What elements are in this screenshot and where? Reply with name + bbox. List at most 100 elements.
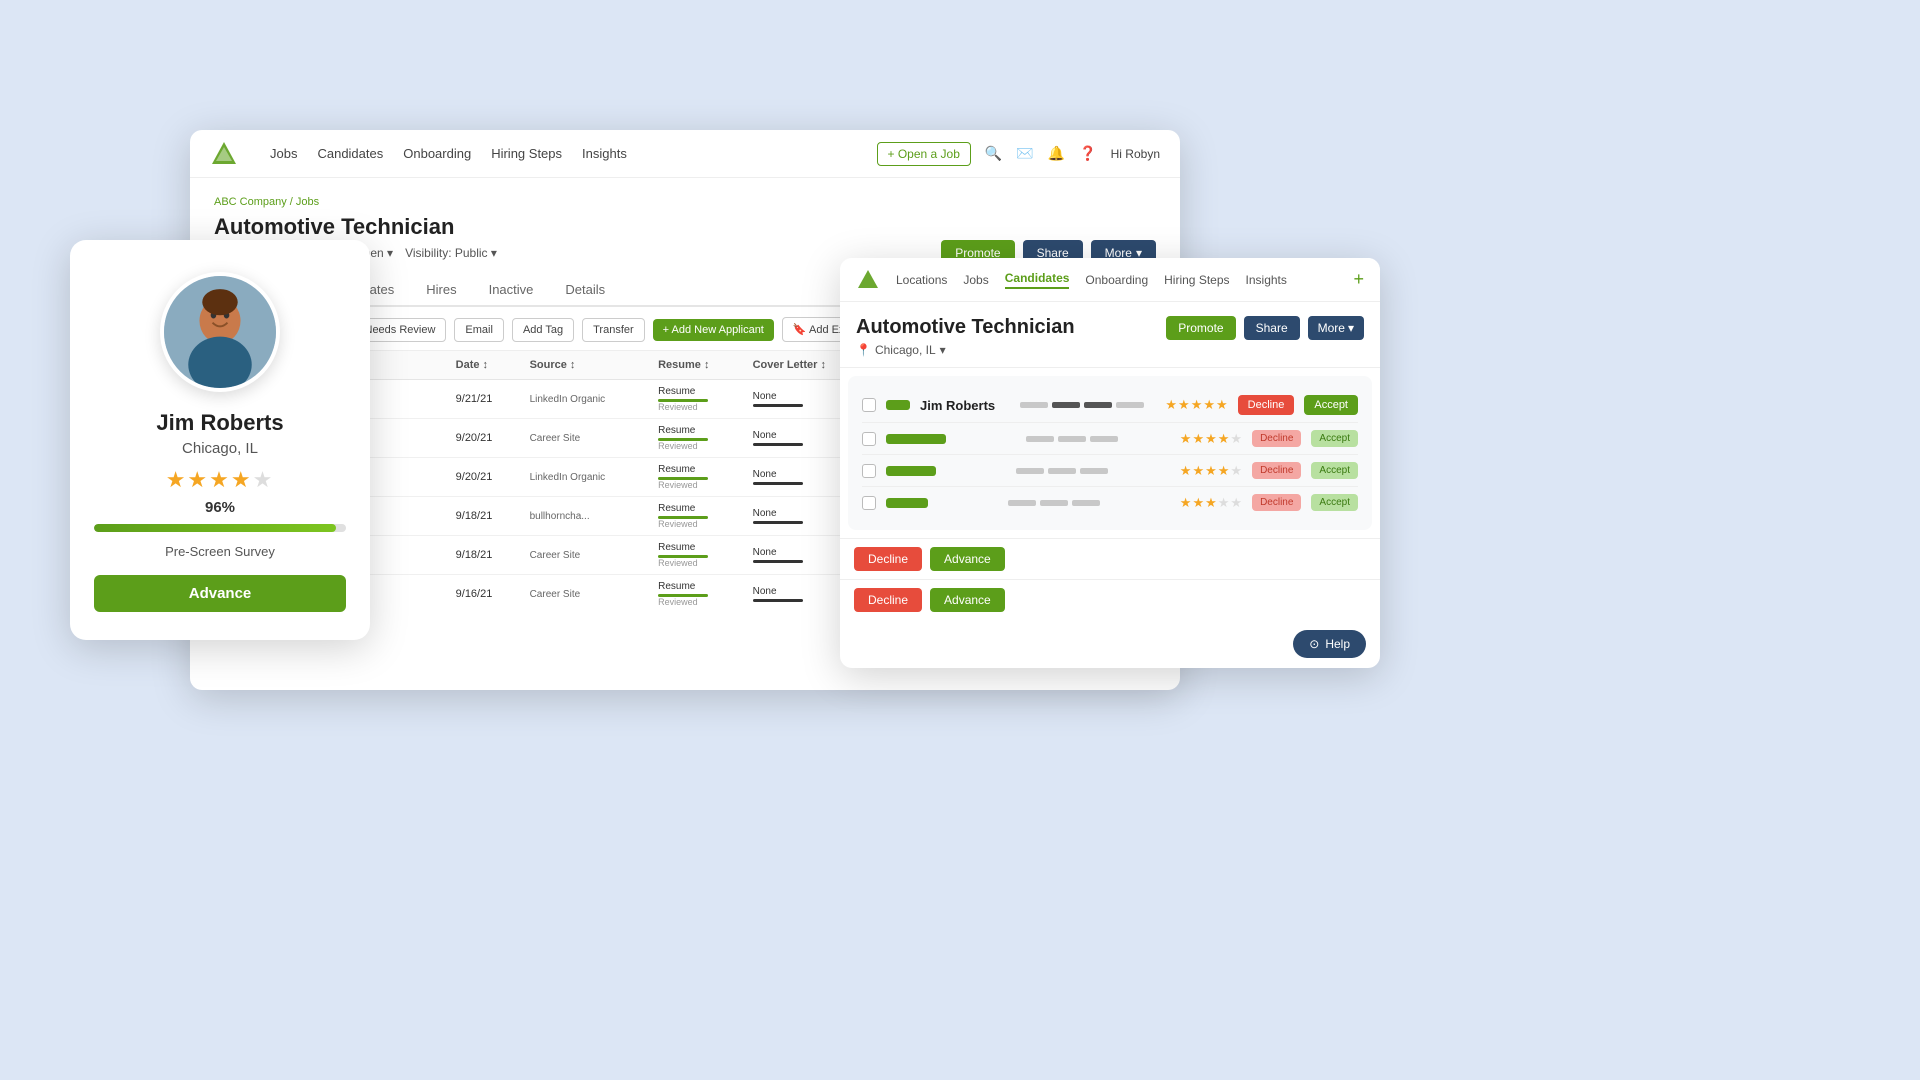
- right-panel-header: Automotive Technician 📍 Chicago, IL ▾ Pr…: [840, 302, 1380, 368]
- cand-indicator-3: [886, 466, 936, 476]
- cand-decline-2[interactable]: Decline: [1252, 430, 1301, 447]
- da-row-2: Decline Advance: [840, 579, 1380, 620]
- profile-progress-bar: [94, 524, 346, 532]
- row-date: 9/20/21: [448, 419, 522, 458]
- cand-stars-4: ★ ★ ★ ★ ★: [1180, 495, 1242, 511]
- rpanel-share-button[interactable]: Share: [1244, 316, 1300, 340]
- toolbar-transfer[interactable]: Transfer: [582, 318, 645, 342]
- cand-decline-jim[interactable]: Decline: [1238, 395, 1295, 415]
- row-resume: Resume Reviewed: [650, 458, 745, 497]
- rpanel-nav-onboarding[interactable]: Onboarding: [1085, 273, 1148, 287]
- cand-decline-4[interactable]: Decline: [1252, 494, 1301, 511]
- cand-checkbox-3[interactable]: [862, 464, 876, 478]
- candidate-row-3: ★ ★ ★ ★ ★ Decline Accept: [862, 455, 1358, 487]
- cpb3-3: [1080, 468, 1108, 474]
- cand-stars-3: ★ ★ ★ ★ ★: [1180, 463, 1242, 479]
- add-new-applicant-button[interactable]: + Add New Applicant: [653, 319, 774, 341]
- toolbar-add-tag[interactable]: Add Tag: [512, 318, 574, 342]
- top-navigation: Jobs Candidates Onboarding Hiring Steps …: [190, 130, 1180, 178]
- rpanel-title: Automotive Technician: [856, 316, 1075, 339]
- cpb3-1: [1016, 468, 1044, 474]
- candidate-row-2: ★ ★ ★ ★ ★ Decline Accept: [862, 423, 1358, 455]
- cand-decline-3[interactable]: Decline: [1252, 462, 1301, 479]
- candidates-panel: Jim Roberts ★ ★ ★ ★ ★ Decline Accept: [848, 376, 1372, 530]
- rpanel-nav-candidates[interactable]: Candidates: [1005, 271, 1070, 289]
- cand-checkbox-jim[interactable]: [862, 398, 876, 412]
- cand-progress-jim: [1020, 402, 1155, 408]
- visibility-badge[interactable]: Visibility: Public ▾: [405, 246, 497, 260]
- nav-hiring-steps[interactable]: Hiring Steps: [491, 146, 562, 161]
- cand-accept-4[interactable]: Accept: [1311, 494, 1358, 511]
- help-button[interactable]: ⊙ Help: [1293, 630, 1366, 658]
- user-greeting[interactable]: Hi Robyn: [1111, 147, 1160, 161]
- rpanel-nav-locations[interactable]: Locations: [896, 273, 947, 287]
- da-advance-2[interactable]: Advance: [930, 588, 1005, 612]
- cand-stars-2: ★ ★ ★ ★ ★: [1180, 431, 1242, 447]
- profile-card: Jim Roberts Chicago, IL ★★★★★ 96% Pre-Sc…: [70, 240, 370, 640]
- nav-onboarding[interactable]: Onboarding: [403, 146, 471, 161]
- toolbar-email[interactable]: Email: [454, 318, 504, 342]
- row-date: 9/18/21: [448, 497, 522, 536]
- nav-candidates[interactable]: Candidates: [317, 146, 383, 161]
- cand-indicator-jim: [886, 400, 910, 410]
- cpb2-3: [1090, 436, 1118, 442]
- cand-name-jim: Jim Roberts: [920, 398, 1010, 413]
- cpb-3: [1084, 402, 1112, 408]
- profile-progress-fill: [94, 524, 336, 532]
- nav-insights[interactable]: Insights: [582, 146, 627, 161]
- row-resume: Resume Reviewed: [650, 575, 745, 612]
- avatar: [160, 272, 280, 392]
- profile-stars: ★★★★★: [166, 467, 275, 493]
- cpb4-3: [1072, 500, 1100, 506]
- tab-details[interactable]: Details: [549, 274, 621, 307]
- breadcrumb: ABC Company / Jobs: [214, 196, 1156, 208]
- rpanel-logo-icon: [856, 268, 880, 292]
- cpb4-2: [1040, 500, 1068, 506]
- row-date: 9/21/21: [448, 380, 522, 419]
- da-decline-1[interactable]: Decline: [854, 547, 922, 571]
- col-resume[interactable]: Resume ↕: [650, 351, 745, 380]
- cand-accept-2[interactable]: Accept: [1311, 430, 1358, 447]
- col-date[interactable]: Date ↕: [448, 351, 522, 380]
- cpb-2: [1052, 402, 1080, 408]
- cand-indicator-4: [886, 498, 928, 508]
- row-date: 9/18/21: [448, 536, 522, 575]
- row-source: Career Site: [522, 575, 651, 612]
- tab-inactive[interactable]: Inactive: [473, 274, 550, 307]
- da-row-1: Decline Advance: [840, 538, 1380, 579]
- cand-accept-jim[interactable]: Accept: [1304, 395, 1358, 415]
- cpb4-1: [1008, 500, 1036, 506]
- rpanel-nav-insights[interactable]: Insights: [1246, 273, 1287, 287]
- da-decline-2[interactable]: Decline: [854, 588, 922, 612]
- rpanel-nav-jobs[interactable]: Jobs: [963, 273, 988, 287]
- open-job-button[interactable]: + Open a Job: [877, 142, 971, 166]
- rpanel-more-button[interactable]: More ▾: [1308, 316, 1364, 340]
- rpanel-promote-button[interactable]: Promote: [1166, 316, 1235, 340]
- row-source: bullhorncha...: [522, 497, 651, 536]
- da-advance-1[interactable]: Advance: [930, 547, 1005, 571]
- nav-jobs[interactable]: Jobs: [270, 146, 297, 161]
- help-circle-icon: ⊙: [1309, 637, 1319, 651]
- help-icon[interactable]: ❓: [1079, 145, 1096, 162]
- cand-checkbox-4[interactable]: [862, 496, 876, 510]
- mail-icon[interactable]: ✉️: [1016, 145, 1033, 162]
- cand-progress-3: [1016, 468, 1170, 474]
- rpanel-nav-hiring-steps[interactable]: Hiring Steps: [1164, 273, 1229, 287]
- search-icon[interactable]: 🔍: [985, 145, 1002, 162]
- rpanel-location: 📍 Chicago, IL ▾: [856, 343, 1075, 357]
- row-source: Career Site: [522, 536, 651, 575]
- profile-survey-label: Pre-Screen Survey: [165, 544, 275, 559]
- row-source: LinkedIn Organic: [522, 458, 651, 497]
- cand-stars-jim: ★ ★ ★ ★ ★: [1165, 397, 1227, 413]
- rpanel-add-icon[interactable]: +: [1353, 269, 1364, 290]
- cand-accept-3[interactable]: Accept: [1311, 462, 1358, 479]
- cpb3-2: [1048, 468, 1076, 474]
- right-panel-nav: Locations Jobs Candidates Onboarding Hir…: [840, 258, 1380, 302]
- profile-advance-button[interactable]: Advance: [94, 575, 346, 612]
- cand-progress-2: [1026, 436, 1170, 442]
- cand-checkbox-2[interactable]: [862, 432, 876, 446]
- tab-hires[interactable]: Hires: [410, 274, 472, 307]
- col-source[interactable]: Source ↕: [522, 351, 651, 380]
- cpb2-2: [1058, 436, 1086, 442]
- bell-icon[interactable]: 🔔: [1048, 145, 1065, 162]
